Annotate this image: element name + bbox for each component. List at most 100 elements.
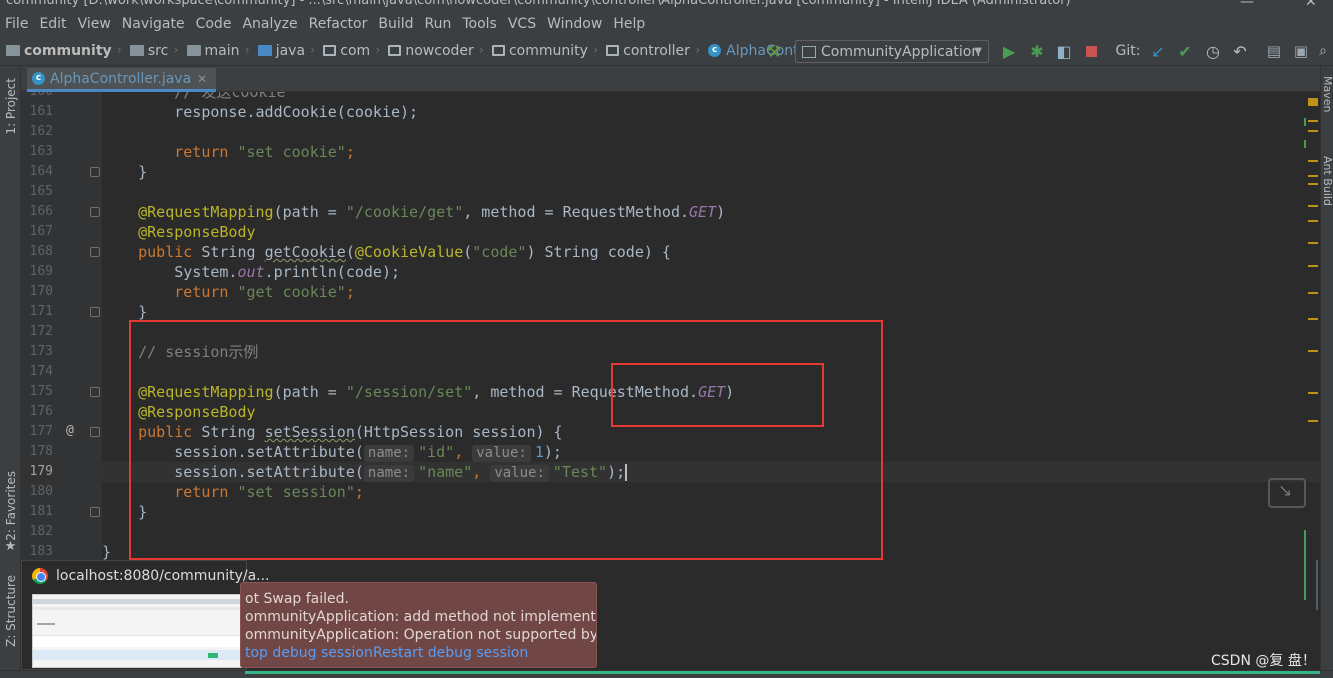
warning-marker[interactable] [1308, 420, 1318, 422]
stop-debug-session-link[interactable]: top debug session [245, 645, 373, 661]
menu-tools[interactable]: Tools [457, 16, 503, 32]
menu-window[interactable]: Window [542, 16, 608, 32]
code-string: "code" [472, 243, 527, 261]
line-number: 182 [29, 524, 53, 539]
breadcrumb-com[interactable]: com › [317, 36, 382, 66]
layout-icon[interactable]: ▣ [1290, 36, 1312, 66]
expand-corner-icon[interactable] [1268, 478, 1306, 508]
scrollbar-thumb[interactable] [1316, 560, 1318, 610]
menu-view[interactable]: View [73, 16, 117, 32]
fold-marker-icon[interactable] [90, 207, 100, 217]
restart-debug-session-link[interactable]: Restart debug session [373, 645, 528, 661]
line-number: 162 [29, 124, 53, 139]
menu-code[interactable]: Code [191, 16, 238, 32]
menu-file[interactable]: File [0, 16, 34, 32]
close-icon[interactable]: ✕ [1305, 0, 1317, 10]
search-icon[interactable]: ⌕ [1314, 36, 1332, 66]
git-label: Git: [1115, 43, 1141, 59]
warning-marker[interactable] [1308, 242, 1318, 244]
breadcrumb-label: community [24, 42, 112, 59]
change-marker[interactable] [1304, 140, 1306, 148]
code-line-169: System.out.println(code); [102, 262, 1320, 282]
rollback-icon[interactable]: ↶ [1229, 36, 1251, 66]
warning-marker[interactable] [1308, 175, 1318, 177]
warning-marker[interactable] [1308, 292, 1318, 294]
warning-marker[interactable] [1308, 392, 1318, 394]
folder-icon [186, 45, 201, 56]
menu-help[interactable]: Help [608, 16, 651, 32]
breadcrumb-controller[interactable]: controller › [600, 36, 702, 66]
fold-marker-icon[interactable] [90, 247, 100, 257]
request-mapping-gutter-icon[interactable]: @ [66, 423, 74, 438]
menu-vcs[interactable]: VCS [503, 16, 542, 32]
line-number: 176 [29, 404, 53, 419]
project-structure-icon[interactable]: ▤ [1262, 36, 1286, 66]
breadcrumb-community-pkg[interactable]: community › [486, 36, 600, 66]
menu-navigate[interactable]: Navigate [117, 16, 191, 32]
warning-marker[interactable] [1308, 265, 1318, 267]
menu-build[interactable]: Build [373, 16, 419, 32]
breadcrumb-nowcoder[interactable]: nowcoder › [382, 36, 486, 66]
tool-tab-structure[interactable]: Z: Structure [0, 571, 21, 651]
run-icon[interactable]: ▶ [999, 36, 1019, 66]
notification-message: ommunityApplication: add method not impl… [245, 609, 597, 625]
warning-marker[interactable] [1308, 220, 1318, 222]
tab-alphacontroller[interactable]: c AlphaController.java ✕ [27, 68, 216, 92]
history-icon[interactable]: ◷ [1202, 36, 1224, 66]
tool-tab-project[interactable]: 1: Project [0, 76, 21, 136]
warning-marker[interactable] [1308, 318, 1318, 320]
code-brace: } [102, 543, 112, 561]
source-folder-icon [257, 45, 272, 56]
code-annotation: @RequestMapping [138, 203, 274, 221]
fold-marker-icon[interactable] [90, 507, 100, 517]
window-titlebar: community [D:\work\workspace\community] … [0, 0, 1333, 12]
warning-marker[interactable] [1308, 98, 1318, 106]
breadcrumb-label: main [204, 42, 240, 59]
warning-marker[interactable] [1308, 183, 1318, 185]
status-progress [245, 671, 1320, 674]
fold-marker-icon[interactable] [90, 167, 100, 177]
code-text: System. [174, 263, 238, 281]
git-update-icon[interactable]: ↙ [1148, 36, 1168, 66]
preview-thumbnail [32, 594, 242, 668]
chevron-right-icon: › [173, 43, 179, 58]
code-method-name: getCookie [264, 243, 346, 261]
code-line-171: } [102, 302, 1320, 322]
change-marker[interactable] [1304, 530, 1306, 600]
change-marker[interactable] [1304, 118, 1306, 126]
close-tab-icon[interactable]: ✕ [197, 72, 207, 86]
chrome-taskbar-preview[interactable]: localhost:8080/community/a... [21, 560, 270, 670]
stop-icon[interactable] [1082, 36, 1100, 66]
fold-marker-icon[interactable] [90, 307, 100, 317]
tool-tab-maven[interactable]: Maven [1321, 76, 1333, 112]
build-hammer-icon[interactable]: ⚒ [763, 36, 785, 66]
breadcrumb-java[interactable]: java › [252, 36, 318, 66]
warning-marker[interactable] [1308, 350, 1318, 352]
line-number: 165 [29, 184, 53, 199]
menu-analyze[interactable]: Analyze [237, 16, 303, 32]
fold-marker-icon[interactable] [90, 387, 100, 397]
warning-marker[interactable] [1308, 120, 1318, 122]
tool-tab-ant[interactable]: Ant Build [1321, 156, 1333, 206]
warning-marker[interactable] [1308, 205, 1318, 207]
breadcrumb-src[interactable]: src › [124, 36, 181, 66]
warning-marker[interactable] [1308, 130, 1318, 132]
minimize-icon[interactable]: — [1240, 0, 1254, 10]
debug-icon[interactable]: ✱ [1026, 36, 1048, 66]
warning-marker[interactable] [1308, 160, 1318, 162]
line-number: 180 [29, 484, 53, 499]
code-line-160: // 发送cookie [102, 92, 1320, 102]
coverage-icon[interactable]: ◧ [1053, 36, 1075, 66]
menu-run[interactable]: Run [420, 16, 458, 32]
fold-marker-icon[interactable] [90, 427, 100, 437]
menu-edit[interactable]: Edit [34, 16, 72, 32]
watermark: CSDN @复 盘！ [1211, 653, 1316, 669]
tool-tab-favorites[interactable]: 2: Favorites [0, 466, 21, 546]
breadcrumb-community-root[interactable]: community › [0, 36, 124, 66]
git-commit-icon[interactable]: ✔ [1175, 36, 1195, 66]
thumb-status [208, 653, 218, 658]
run-configuration-select[interactable]: CommunityApplication ▼ [795, 40, 989, 63]
code-text: , method = RequestMethod. [463, 203, 690, 221]
menu-refactor[interactable]: Refactor [304, 16, 374, 32]
breadcrumb-main[interactable]: main › [181, 36, 252, 66]
